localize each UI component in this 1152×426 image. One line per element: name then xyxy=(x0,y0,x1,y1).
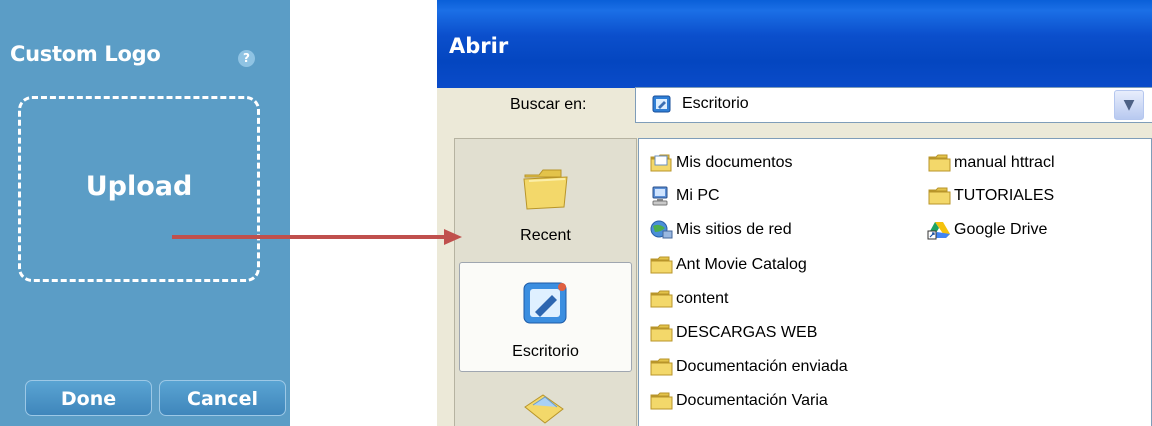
connector-arrow xyxy=(172,229,462,245)
